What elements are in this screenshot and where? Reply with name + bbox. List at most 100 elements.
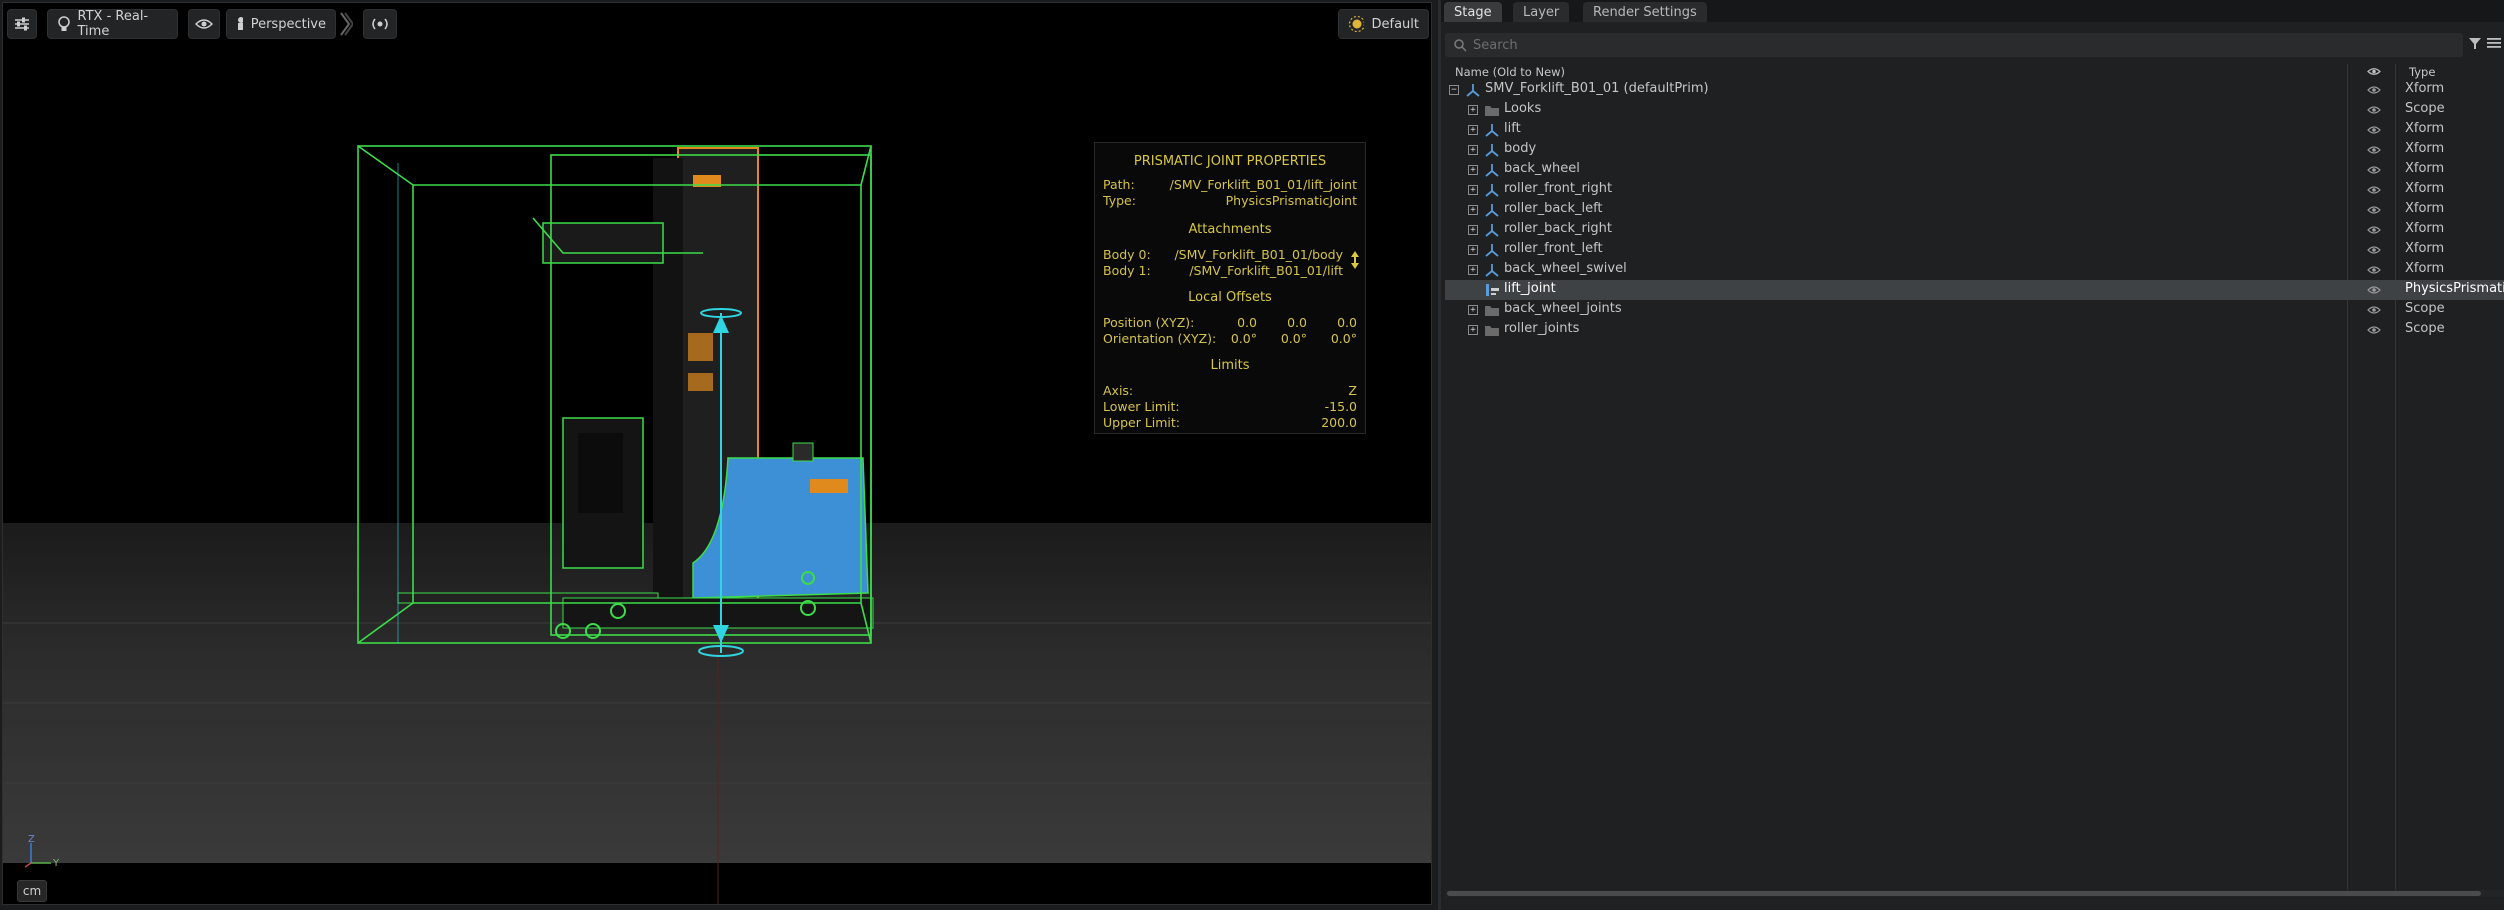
tree-row-type: Xform [2405, 121, 2445, 136]
tree-row[interactable]: + roller_front_left Xform [1445, 240, 2504, 260]
expand-icon[interactable]: + [1468, 305, 1478, 315]
search-bar[interactable] [1445, 33, 2463, 57]
camera-button[interactable]: Perspective [226, 9, 336, 39]
orientation-row: Orientation (XYZ): 0.0° 0.0° 0.0° [1103, 331, 1357, 347]
position-x: 0.0 [1237, 315, 1257, 330]
eye-icon[interactable] [2367, 104, 2381, 119]
eye-icon[interactable] [2367, 304, 2381, 319]
lower-limit-value: -15.0 [1324, 399, 1357, 414]
camera-expand-icon[interactable] [339, 11, 355, 41]
camera-icon [238, 17, 243, 30]
tab-layer[interactable]: Layer [1513, 2, 1570, 22]
offsets-title: Local Offsets [1188, 290, 1272, 305]
lightbulb-icon [58, 16, 70, 31]
body1-row: Body 1: /SMV_Forklift_B01_01/lift [1103, 263, 1357, 279]
renderer-button[interactable]: RTX - Real-Time [47, 9, 178, 39]
axis-z-label: Z [28, 834, 35, 845]
eye-icon[interactable] [2367, 284, 2381, 299]
tree-row[interactable]: + back_wheel Xform [1445, 160, 2504, 180]
visibility-button[interactable] [188, 9, 220, 39]
position-row: Position (XYZ): 0.0 0.0 0.0 [1103, 315, 1357, 331]
tree-row[interactable]: + Looks Scope [1445, 100, 2504, 120]
expand-icon[interactable]: + [1468, 325, 1478, 335]
broadcast-button[interactable] [363, 9, 397, 39]
menu-icon[interactable] [2486, 36, 2502, 50]
expand-icon[interactable]: + [1468, 165, 1478, 175]
expand-icon[interactable]: + [1468, 245, 1478, 255]
tree-row-type: Xform [2405, 201, 2445, 216]
joint-icon [1484, 282, 1500, 298]
tree-row-type: Scope [2405, 101, 2445, 116]
expand-icon[interactable]: + [1468, 205, 1478, 215]
xform-icon [1484, 242, 1500, 258]
name-column-header[interactable]: Name (Old to New) [1455, 65, 1565, 79]
app-window: RTX - Real-Time Perspective Default PRIS… [0, 0, 2504, 910]
eye-icon[interactable] [2367, 164, 2381, 179]
tree-row-label: body [1504, 141, 1537, 156]
xform-icon [1484, 142, 1500, 158]
eye-icon[interactable] [2367, 224, 2381, 239]
tree-row[interactable]: lift_joint PhysicsPrismatic [1445, 280, 2504, 300]
tree-row[interactable]: + roller_back_right Xform [1445, 220, 2504, 240]
eye-icon[interactable] [2367, 84, 2381, 99]
search-input[interactable] [1473, 33, 2433, 57]
xform-icon [1484, 222, 1500, 238]
type-key: Type: [1103, 193, 1136, 208]
expand-icon[interactable]: + [1468, 185, 1478, 195]
filter-icon[interactable] [2468, 36, 2482, 50]
eye-icon[interactable] [2367, 204, 2381, 219]
stage-panel: Stage Layer Render Settings Name (Old to… [1438, 0, 2504, 910]
forklift-scene[interactable] [3, 3, 1432, 905]
eye-icon[interactable] [2367, 184, 2381, 199]
position-key: Position (XYZ): [1103, 315, 1195, 330]
unit-button[interactable]: cm [17, 880, 47, 902]
tree-row[interactable]: + back_wheel_swivel Xform [1445, 260, 2504, 280]
body0-key: Body 0: [1103, 247, 1151, 262]
orientation-z: 0.0° [1330, 331, 1357, 346]
collapse-icon[interactable]: − [1449, 85, 1459, 95]
path-row: Path: /SMV_Forklift_B01_01/lift_joint [1103, 177, 1357, 193]
position-y: 0.0 [1287, 315, 1307, 330]
lighting-label: Default [1371, 16, 1420, 32]
expand-icon[interactable]: + [1468, 145, 1478, 155]
tree-row[interactable]: + lift Xform [1445, 120, 2504, 140]
tab-render-settings[interactable]: Render Settings [1583, 2, 1707, 22]
lower-limit-key: Lower Limit: [1103, 399, 1180, 414]
swap-bodies-icon[interactable] [1351, 251, 1359, 272]
expand-icon[interactable]: + [1468, 265, 1478, 275]
axis-y-label: Y [52, 858, 60, 869]
eye-icon[interactable] [2367, 324, 2381, 339]
eye-icon[interactable] [2367, 144, 2381, 159]
visibility-column-icon[interactable] [2367, 67, 2381, 76]
horizontal-scroll-thumb[interactable] [1447, 891, 2481, 896]
eye-icon[interactable] [2367, 124, 2381, 139]
tree-row[interactable]: + body Xform [1445, 140, 2504, 160]
stage-tree: − SMV_Forklift_B01_01 (defaultPrim) Xform +… [1445, 80, 2504, 340]
tree-row-type: PhysicsPrismatic [2405, 281, 2504, 296]
tab-stage[interactable]: Stage [1444, 2, 1502, 22]
expand-icon[interactable]: + [1468, 105, 1478, 115]
folder-icon [1484, 102, 1500, 118]
expand-icon[interactable]: + [1468, 225, 1478, 235]
expand-icon[interactable]: + [1468, 125, 1478, 135]
eye-icon[interactable] [2367, 264, 2381, 279]
path-key: Path: [1103, 177, 1135, 192]
tree-row-label: roller_front_left [1504, 241, 1603, 256]
body0-row: Body 0: /SMV_Forklift_B01_01/body [1103, 247, 1357, 263]
tree-row-type: Xform [2405, 221, 2445, 236]
type-column-header[interactable]: Type [2409, 65, 2435, 79]
tree-row[interactable]: + roller_joints Scope [1445, 320, 2504, 340]
type-value: PhysicsPrismaticJoint [1225, 193, 1357, 208]
tree-row[interactable]: − SMV_Forklift_B01_01 (defaultPrim) Xform [1445, 80, 2504, 100]
eye-icon[interactable] [2367, 244, 2381, 259]
axis-key: Axis: [1103, 383, 1134, 398]
tree-row-label: roller_back_right [1504, 221, 1613, 236]
tree-row[interactable]: + back_wheel_joints Scope [1445, 300, 2504, 320]
lighting-button[interactable]: Default [1338, 9, 1429, 39]
viewport[interactable]: RTX - Real-Time Perspective Default PRIS… [2, 2, 1432, 905]
viewport-settings-button[interactable] [7, 9, 37, 39]
tree-row-label: Looks [1504, 101, 1542, 116]
tree-row-type: Scope [2405, 321, 2445, 336]
tree-row[interactable]: + roller_front_right Xform [1445, 180, 2504, 200]
tree-row[interactable]: + roller_back_left Xform [1445, 200, 2504, 220]
